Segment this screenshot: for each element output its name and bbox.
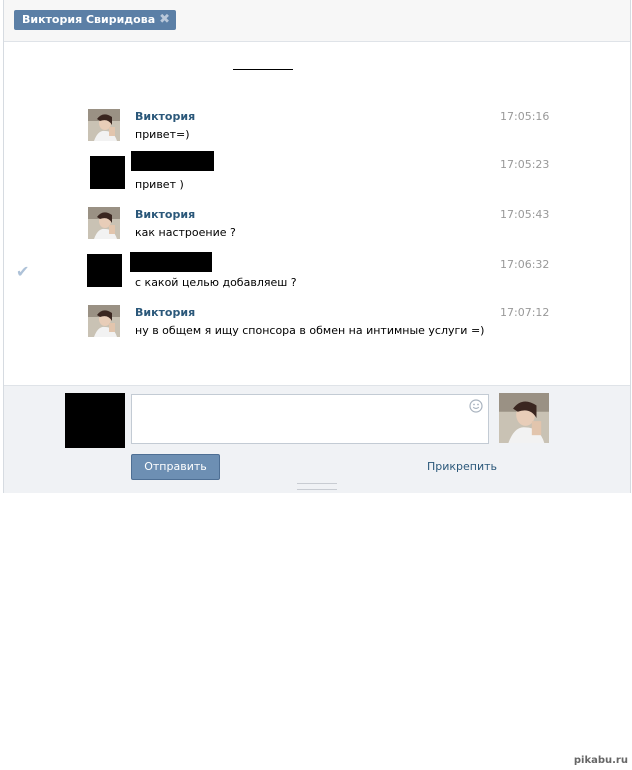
message-text: с какой целью добавляеш ? [135,276,297,289]
message-time: 17:05:16 [500,110,550,123]
message-text: привет ) [135,178,184,191]
message-author[interactable]: Виктория [135,208,195,221]
message-row: Виктория привет=) 17:05:16 [4,109,630,155]
dialog-panel: Виктория Свиридова ✖ Виктория привет=) 17… [3,0,631,493]
send-button[interactable]: Отправить [131,454,220,480]
tab-conversation[interactable]: Виктория Свиридова ✖ [14,10,177,30]
avatar[interactable] [88,305,120,337]
message-text: привет=) [135,128,190,141]
message-composer: Отправить Прикрепить [4,385,630,493]
peer-avatar[interactable] [499,393,549,443]
dialog-tabs-bar: Виктория Свиридова ✖ [4,0,630,42]
message-input[interactable] [131,394,489,444]
message-author[interactable]: Виктория [135,110,195,123]
my-avatar[interactable] [65,393,125,448]
message-author[interactable]: Виктория [135,306,195,319]
message-author[interactable] [130,252,212,272]
avatar[interactable] [88,207,120,239]
watermark: pikabu.ru [573,755,628,766]
message-time: 17:06:32 [500,258,550,271]
message-time: 17:05:43 [500,208,550,221]
attach-link[interactable]: Прикрепить [427,460,497,473]
resize-handle[interactable] [297,483,337,490]
message-text: ну в общем я ищу спонсора в обмен на инт… [135,324,485,337]
message-author[interactable] [131,151,214,171]
avatar[interactable] [90,156,125,189]
read-check-icon: ✔ [16,262,30,281]
message-text: как настроение ? [135,226,236,239]
message-time: 17:07:12 [500,306,550,319]
close-icon[interactable]: ✖ [159,10,170,30]
message-row: привет ) 17:05:23 [4,150,630,196]
message-time: 17:05:23 [500,158,550,171]
message-row: ✔ с какой целью добавляеш ? 17:06:32 [4,250,630,296]
message-row: Виктория ну в общем я ищу спонсора в обм… [4,305,630,351]
avatar[interactable] [88,109,120,141]
message-row: Виктория как настроение ? 17:05:43 [4,207,630,253]
history-divider [233,69,293,70]
avatar[interactable] [87,254,122,287]
tab-title: Виктория Свиридова [22,13,156,26]
